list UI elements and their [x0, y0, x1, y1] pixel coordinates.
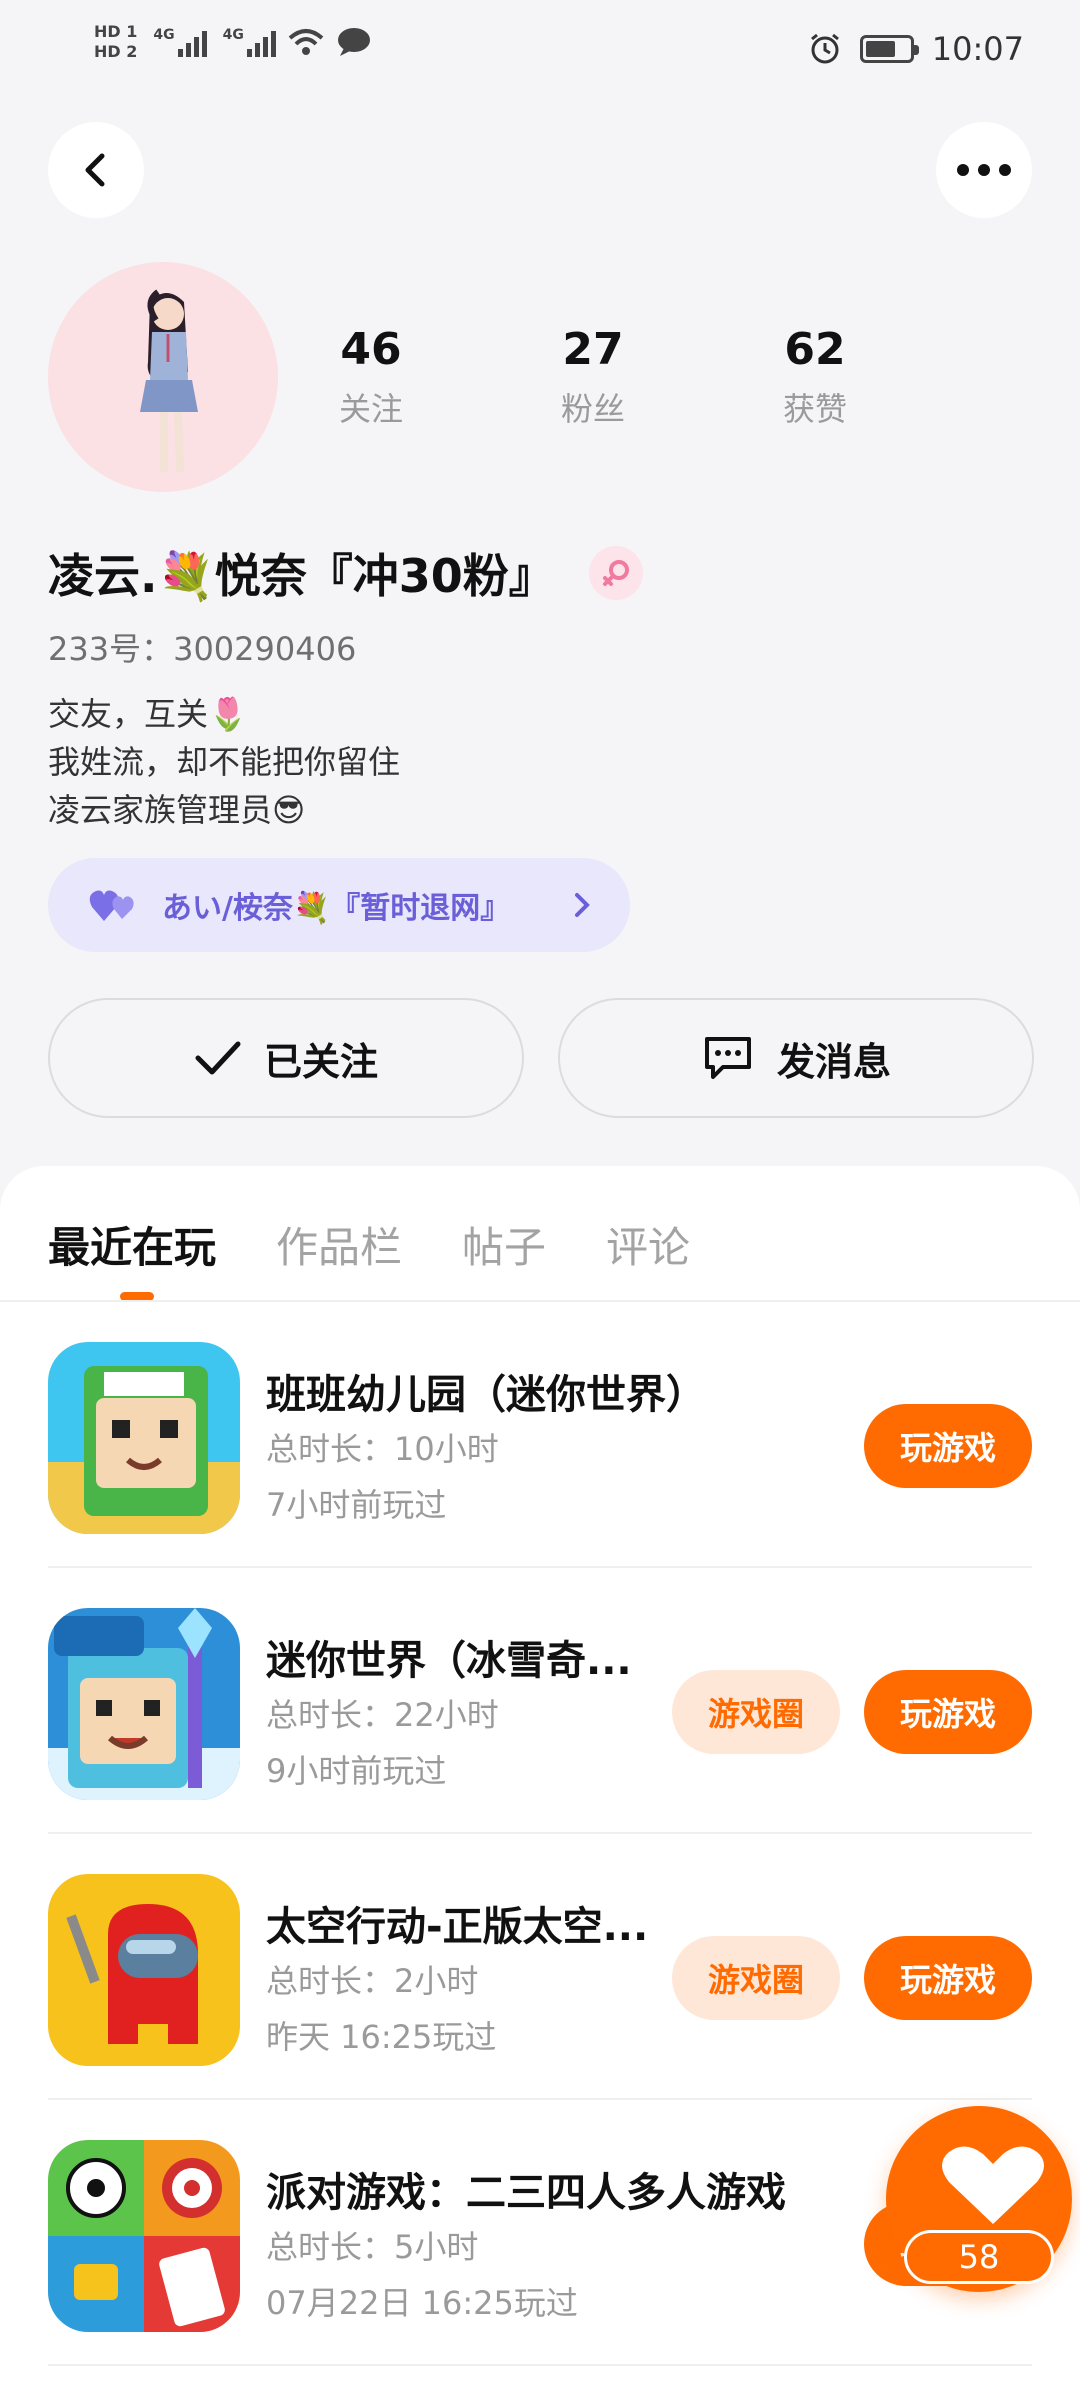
heart-icon — [942, 2146, 1044, 2224]
wifi-icon — [288, 29, 324, 55]
game-last-played: 07月22日 16:25玩过 — [266, 2284, 578, 2322]
avatar-girl-icon — [140, 289, 198, 472]
family-pill[interactable]: あい/桉奈💐『暂时退网』 — [48, 858, 630, 952]
game-row[interactable]: 派对游戏：二三四人多人游戏 总时长：5小时 07月22日 16:25玩过 玩游戏 — [48, 2100, 1032, 2366]
game-duration: 总时长：2小时 — [266, 1962, 479, 2000]
game-icon-party — [48, 2140, 240, 2332]
network1-label: 4G — [153, 27, 175, 43]
tab-posts[interactable]: 帖子 — [462, 1214, 546, 1275]
back-arrow-icon — [85, 153, 105, 187]
play-game-button[interactable]: 玩游戏 — [864, 1404, 1032, 1488]
avatar[interactable] — [48, 262, 278, 492]
status-bar: HD 1 HD 2 4G 4G 10:07 — [0, 0, 1080, 100]
more-button[interactable] — [936, 122, 1032, 218]
fans-count: 27 — [562, 324, 624, 375]
game-row[interactable]: 太空行动-正版太空... 总时长：2小时 昨天 16:25玩过 游戏圈 玩游戏 — [48, 1834, 1032, 2100]
game-circle-button[interactable]: 游戏圈 — [672, 1936, 840, 2020]
signal-1-icon: 4G — [153, 27, 207, 57]
bio-line: 交友，互关🌷 — [48, 695, 248, 733]
game-title: 迷你世界（冰雪奇... — [266, 1638, 632, 1684]
mini-world-ice-game-icon — [48, 1608, 240, 1800]
likes-label: 获赞 — [782, 390, 847, 428]
game-duration: 总时长：5小时 — [266, 2228, 479, 2266]
stat-likes[interactable]: 62 获赞 — [704, 320, 926, 430]
game-last-played: 9小时前玩过 — [266, 1752, 447, 1790]
like-count: 58 — [904, 2230, 1054, 2284]
tab-comments[interactable]: 评论 — [606, 1214, 690, 1275]
tab-works[interactable]: 作品栏 — [276, 1214, 402, 1275]
bio: 交友，互关🌷 我姓流，却不能把你留住 凌云家族管理员😎 — [48, 690, 400, 834]
fans-label: 粉丝 — [560, 390, 625, 428]
tab-recently-playing[interactable]: 最近在玩 — [48, 1214, 216, 1275]
likes-count: 62 — [784, 324, 846, 375]
game-row[interactable]: 班班幼儿园（迷你世界） 总时长：10小时 7小时前玩过 玩游戏 — [48, 1302, 1032, 1568]
bio-line: 我姓流，却不能把你留住 — [48, 743, 401, 781]
mini-world-game-icon — [48, 1342, 240, 1534]
battery-icon — [859, 35, 919, 63]
game-row[interactable]: 迷你世界（冰雪奇... 总时长：22小时 9小时前玩过 游戏圈 玩游戏 — [48, 1568, 1032, 1834]
stat-following[interactable]: 46 关注 — [260, 320, 482, 430]
following-label: 关注 — [338, 390, 403, 428]
message-label: 发消息 — [776, 1039, 891, 1084]
alarm-icon — [810, 33, 839, 64]
game-title: 派对游戏：二三四人多人游戏 — [266, 2170, 786, 2216]
game-circle-button[interactable]: 游戏圈 — [672, 1670, 840, 1754]
play-game-button[interactable]: 玩游戏 — [864, 1670, 1032, 1754]
send-message-button[interactable]: 发消息 — [558, 998, 1034, 1118]
game-last-played: 7小时前玩过 — [266, 1486, 447, 1524]
game-duration: 总时长：10小时 — [266, 1430, 499, 1468]
nickname: 凌云.💐悦奈『冲30粉』 — [48, 549, 555, 603]
bio-line: 凌云家族管理员😎 — [48, 791, 306, 829]
check-icon — [195, 1041, 241, 1075]
followed-label: 已关注 — [263, 1039, 378, 1084]
profile-stats: 46 关注 27 粉丝 62 获赞 — [339, 320, 970, 430]
nickname-row: 凌云.💐悦奈『冲30粉』 — [48, 540, 643, 606]
message-bubble-icon — [704, 1037, 751, 1079]
hd1-label: HD 1 — [94, 22, 138, 41]
game-title: 班班幼儿园（迷你世界） — [266, 1372, 706, 1418]
double-heart-icon — [89, 890, 134, 921]
hd-indicator: HD 1 HD 2 — [94, 22, 137, 62]
tab-bar: 最近在玩 作品栏 帖子 评论 — [48, 1214, 690, 1275]
status-left: HD 1 HD 2 4G 4G — [94, 22, 372, 62]
family-name: あい/桉奈💐『暂时退网』 — [162, 891, 511, 926]
female-icon — [602, 560, 629, 586]
game-icon-mini-world-ice — [48, 1608, 240, 1800]
game-icon-space-action — [48, 1874, 240, 2066]
game-icon-mini-world — [48, 1342, 240, 1534]
signal-2-icon: 4G — [223, 27, 276, 57]
space-action-game-icon — [48, 1874, 240, 2066]
game-duration: 总时长：22小时 — [266, 1696, 499, 1734]
following-count: 46 — [340, 324, 402, 375]
stat-fans[interactable]: 27 粉丝 — [482, 320, 704, 430]
followed-button[interactable]: 已关注 — [48, 998, 524, 1118]
gender-badge — [588, 546, 643, 600]
user-id: 233号：300290406 — [48, 630, 357, 668]
back-button[interactable] — [48, 122, 144, 218]
hd2-label: HD 2 — [94, 42, 138, 61]
network2-label: 4G — [222, 27, 244, 43]
play-game-button[interactable]: 玩游戏 — [864, 1936, 1032, 2020]
more-dots-icon — [957, 164, 1011, 176]
chevron-right-icon — [575, 893, 590, 917]
status-right: 10:07 — [808, 30, 1024, 68]
clock: 10:07 — [931, 30, 1024, 68]
chat-bubble-icon — [337, 28, 370, 56]
game-last-played: 昨天 16:25玩过 — [266, 2018, 497, 2056]
party-game-icon — [48, 2140, 240, 2332]
game-title: 太空行动-正版太空... — [266, 1904, 649, 1950]
